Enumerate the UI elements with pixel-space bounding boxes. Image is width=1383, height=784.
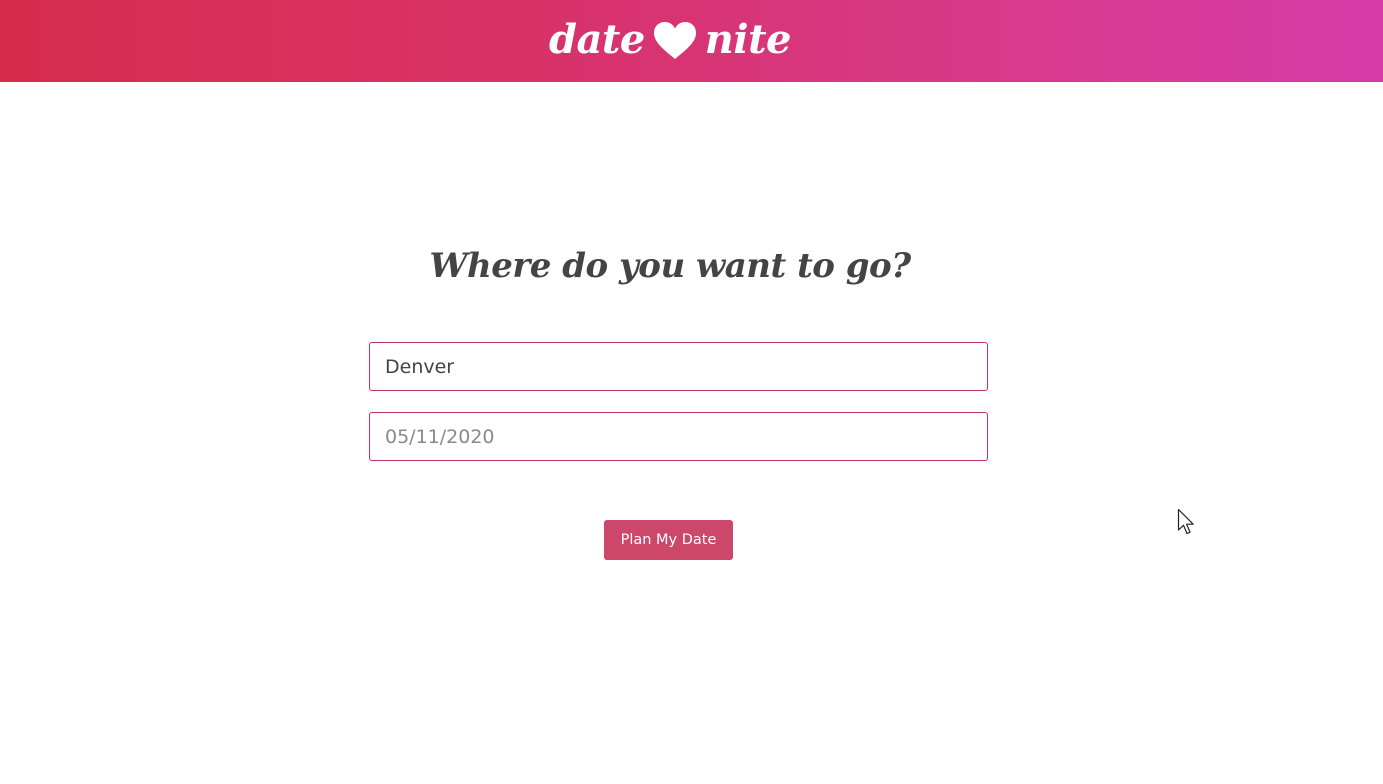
logo-word-date: date xyxy=(548,15,645,63)
mouse-cursor-icon xyxy=(1177,508,1194,535)
plan-my-date-button[interactable]: Plan My Date xyxy=(604,520,733,560)
logo-word-nite: nite xyxy=(704,15,792,63)
app-logo[interactable]: date nite xyxy=(0,0,1340,82)
date-input[interactable] xyxy=(369,412,988,461)
app-header: date nite xyxy=(0,0,1383,82)
page-title: Where do you want to go? xyxy=(429,246,911,286)
location-input[interactable] xyxy=(369,342,988,391)
heart-icon xyxy=(653,22,696,59)
